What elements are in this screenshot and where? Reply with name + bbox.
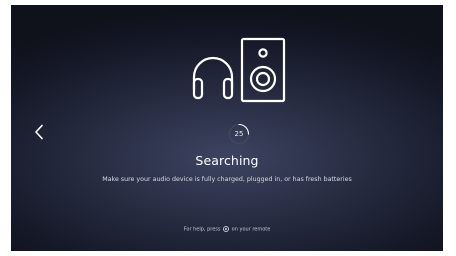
audio-devices-illustration xyxy=(192,37,286,103)
headphones-icon xyxy=(192,56,234,100)
help-hint: For help, press on your remote xyxy=(11,226,443,233)
countdown-seconds: 25 xyxy=(234,130,244,138)
help-hint-suffix: on your remote xyxy=(231,226,271,233)
remote-home-button-icon xyxy=(223,226,230,232)
help-hint-prefix: For help, press xyxy=(183,226,221,233)
status-message: Make sure your audio device is fully cha… xyxy=(102,176,352,183)
speaker-icon xyxy=(240,37,286,103)
chevron-left-icon[interactable] xyxy=(34,124,44,140)
audio-device-pairing-screen: 25 Searching Make sure your audio device… xyxy=(11,5,443,251)
status-title: Searching xyxy=(195,153,259,168)
